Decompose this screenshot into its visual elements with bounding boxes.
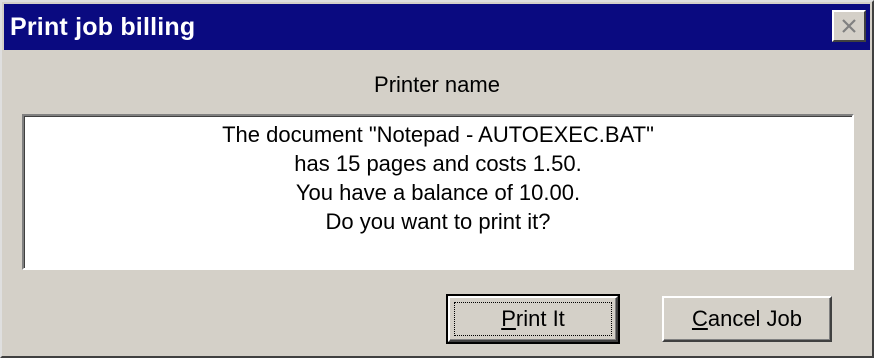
print-it-label-rest: rint It [515,306,565,331]
close-button[interactable] [832,10,866,42]
billing-message-box: The document "Notepad - AUTOEXEC.BAT" ha… [22,114,854,270]
print-job-billing-dialog: Print job billing Printer name The docum… [0,0,874,358]
message-line-pages-cost: has 15 pages and costs 1.50. [294,151,582,176]
cancel-job-button[interactable]: Cancel Job [662,296,832,342]
print-it-mnemonic: P [501,306,516,331]
print-it-label: Print It [501,306,565,332]
close-icon [840,18,858,34]
cancel-job-label: Cancel Job [692,306,802,332]
cancel-job-label-rest: ancel Job [707,306,803,331]
title-bar[interactable]: Print job billing [4,4,870,50]
message-line-question: Do you want to print it? [325,209,551,234]
message-line-balance: You have a balance of 10.00. [295,180,581,205]
print-it-button[interactable]: Print It [446,294,620,344]
message-line-document: The document "Notepad - AUTOEXEC.BAT" [222,122,654,147]
window-title: Print job billing [10,12,196,41]
printer-name-label: Printer name [374,72,500,97]
cancel-job-mnemonic: C [691,306,708,331]
